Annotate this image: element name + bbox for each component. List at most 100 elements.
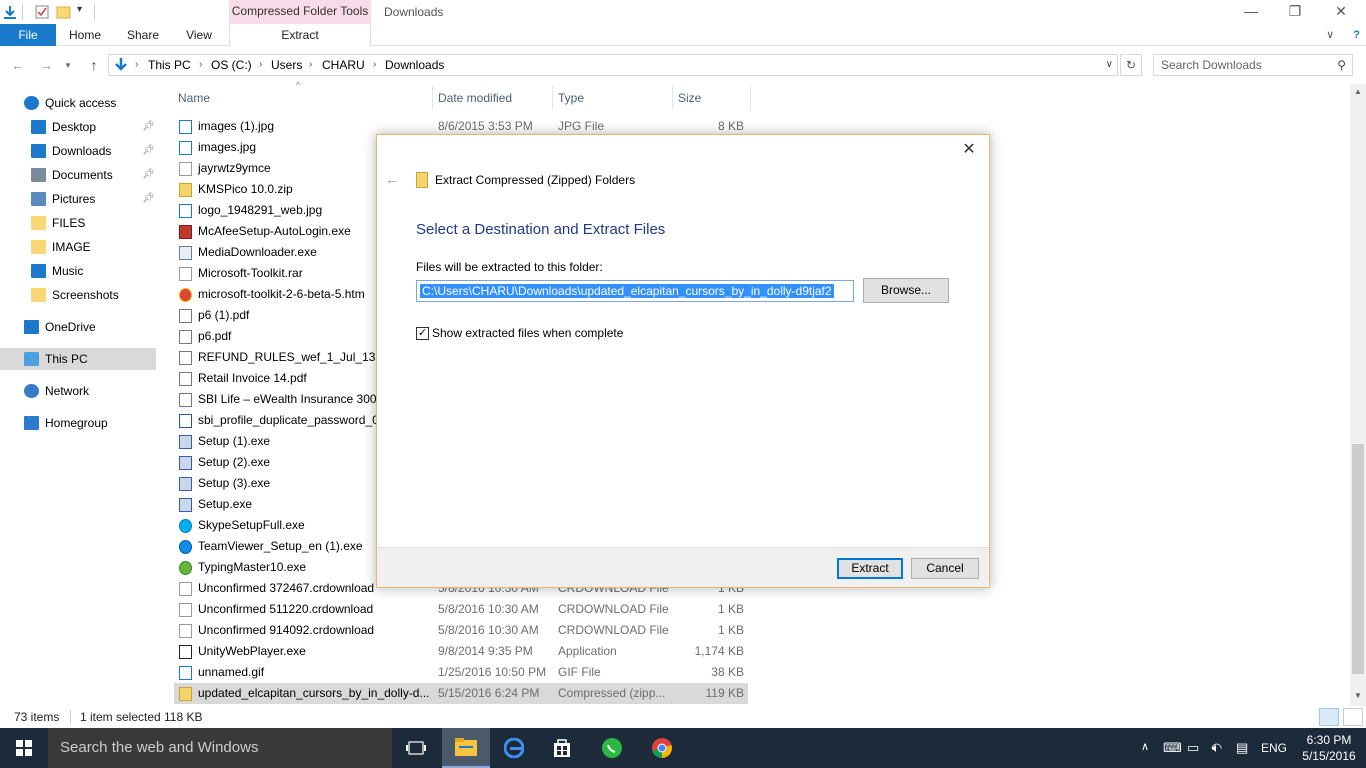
action-center-icon[interactable]: ▤ — [1236, 740, 1248, 756]
nav-item-quick-access[interactable]: Quick access — [0, 92, 156, 114]
search-icon: ⚲ — [1337, 58, 1346, 72]
column-type-header[interactable]: Type — [554, 86, 672, 110]
dialog-back-arrow-icon[interactable]: ← — [385, 171, 399, 187]
folder-icon — [31, 216, 46, 230]
file-row[interactable]: UnityWebPlayer.exe 9/8/2014 9:35 PM Applic… — [174, 641, 748, 662]
onedrive-icon — [24, 320, 39, 334]
download-qat-icon[interactable] — [2, 4, 18, 20]
file-date: 5/15/2016 6:24 PM — [438, 686, 540, 700]
details-view-icon[interactable] — [1319, 708, 1339, 726]
scroll-up-icon[interactable]: ▲ — [1350, 84, 1366, 100]
file-name: Unconfirmed 914092.crdownload — [198, 623, 375, 637]
breadcrumb-os-c[interactable]: OS (C:) — [211, 55, 252, 75]
nav-item-pictures[interactable]: Pictures 📌︎ — [0, 188, 156, 210]
help-icon[interactable]: ? — [1353, 29, 1360, 41]
nav-item-label: Documents — [52, 168, 113, 182]
close-button[interactable]: ✕ — [1318, 0, 1364, 24]
pdf-icon — [179, 309, 192, 323]
column-date-header[interactable]: Date modified — [434, 86, 552, 110]
extract-button[interactable]: Extract — [837, 558, 903, 579]
nav-item-files[interactable]: FILES — [0, 212, 156, 234]
tab-share[interactable]: Share — [118, 24, 168, 46]
nav-item-this-pc[interactable]: This PC — [0, 348, 156, 370]
destination-path-input[interactable]: C:\Users\CHARU\Downloads\updated_elcapit… — [416, 280, 854, 302]
volume-icon[interactable]: 🔈︎ — [1212, 740, 1220, 756]
breadcrumb-charu[interactable]: CHARU — [322, 55, 365, 75]
nav-item-onedrive[interactable]: OneDrive — [0, 316, 156, 338]
qat-dropdown-icon[interactable]: ▾ — [77, 4, 82, 15]
up-arrow-icon[interactable]: ↑ — [84, 54, 104, 76]
documents-icon — [31, 168, 46, 182]
vertical-scrollbar[interactable]: ▲ ▼ — [1350, 84, 1366, 706]
nav-item-downloads[interactable]: Downloads 📌︎ — [0, 140, 156, 162]
nav-item-label: Screenshots — [52, 288, 119, 302]
dialog-close-icon[interactable]: ✕ — [957, 139, 981, 161]
breadcrumb-this-pc[interactable]: This PC — [148, 55, 191, 75]
show-hidden-icons-icon[interactable]: ∧ — [1141, 740, 1149, 753]
nav-item-homegroup[interactable]: Homegroup — [0, 412, 156, 434]
recent-locations-icon[interactable]: ▾ — [58, 54, 78, 76]
show-extracted-checkbox[interactable]: ✓ — [416, 327, 429, 340]
edge-browser-icon[interactable] — [490, 728, 538, 768]
back-arrow-icon[interactable]: ← — [8, 54, 28, 76]
search-input[interactable]: Search Downloads ⚲ — [1153, 54, 1353, 76]
zip-icon — [179, 183, 192, 197]
maximize-button[interactable]: ❐ — [1272, 0, 1318, 24]
refresh-icon[interactable]: ↻ — [1120, 54, 1142, 76]
setup-icon — [179, 435, 192, 449]
chrome-icon[interactable] — [638, 728, 686, 768]
selection-size: 118 KB — [164, 710, 203, 724]
tab-home[interactable]: Home — [60, 24, 110, 46]
taskbar-search-box[interactable]: Search the web and Windows — [48, 728, 392, 768]
file-icon — [179, 267, 192, 281]
file-row[interactable]: unnamed.gif 1/25/2016 10:50 PM GIF File 38 … — [174, 662, 748, 683]
tab-file[interactable]: File — [0, 24, 56, 46]
whatsapp-icon[interactable] — [588, 728, 636, 768]
file-name: KMSPico 10.0.zip — [198, 182, 293, 196]
pdf-icon — [179, 372, 192, 386]
column-name-header[interactable]: Name — [174, 86, 434, 110]
nav-item-music[interactable]: Music — [0, 260, 156, 282]
nav-item-network[interactable]: Network — [0, 380, 156, 402]
file-row[interactable]: Unconfirmed 914092.crdownload 5/8/2016 10… — [174, 620, 748, 641]
setup-icon — [179, 456, 192, 470]
dialog-title: Extract Compressed (Zipped) Folders — [435, 173, 636, 187]
file-row[interactable]: Unconfirmed 511220.crdownload 5/8/2016 10… — [174, 599, 748, 620]
new-folder-qat-icon[interactable] — [56, 4, 72, 20]
taskbar-clock[interactable]: 6:30 PM 5/15/2016 — [1302, 732, 1356, 764]
tab-extract[interactable]: Extract — [229, 24, 371, 46]
address-bar[interactable]: › This PC › OS (C:) › Users › CHARU › Do… — [108, 54, 1118, 76]
star-icon — [24, 96, 39, 110]
keyboard-icon[interactable]: ⌨ — [1163, 740, 1182, 756]
file-row[interactable]: updated_elcapitan_cursors_by_in_dolly-d.… — [174, 683, 748, 704]
cancel-button[interactable]: Cancel — [911, 558, 979, 579]
battery-icon[interactable]: ▭ — [1187, 740, 1199, 756]
nav-item-screenshots[interactable]: Screenshots — [0, 284, 156, 306]
destination-path-value: C:\Users\CHARU\Downloads\updated_elcapit… — [420, 284, 834, 298]
store-icon[interactable] — [538, 728, 586, 768]
nav-item-documents[interactable]: Documents 📌︎ — [0, 164, 156, 186]
scrollbar-thumb[interactable] — [1352, 444, 1364, 674]
minimize-button[interactable]: — — [1228, 0, 1274, 24]
nav-item-desktop[interactable]: Desktop 📌︎ — [0, 116, 156, 138]
start-button[interactable] — [0, 728, 48, 768]
nav-item-image[interactable]: IMAGE — [0, 236, 156, 258]
file-explorer-taskbar-icon[interactable] — [442, 728, 490, 768]
clock-date: 5/15/2016 — [1302, 749, 1356, 763]
breadcrumb-users[interactable]: Users — [271, 55, 302, 75]
nav-item-label: Pictures — [52, 192, 96, 206]
breadcrumb-downloads[interactable]: Downloads — [385, 55, 444, 75]
dialog-heading: Select a Destination and Extract Files — [416, 221, 666, 238]
scroll-down-icon[interactable]: ▼ — [1350, 688, 1366, 704]
browse-button[interactable]: Browse... — [863, 278, 949, 303]
show-extracted-label[interactable]: Show extracted files when complete — [432, 326, 623, 340]
large-icons-view-icon[interactable] — [1343, 708, 1363, 726]
forward-arrow-icon[interactable]: → — [36, 54, 56, 76]
ribbon-collapse-icon[interactable]: ∨ — [1326, 29, 1334, 41]
task-view-icon[interactable] — [392, 728, 440, 768]
address-dropdown-icon[interactable]: ∨ — [1106, 55, 1113, 75]
properties-qat-icon[interactable] — [34, 4, 50, 20]
language-indicator[interactable]: ENG — [1261, 728, 1287, 768]
column-size-header[interactable]: Size — [674, 86, 748, 110]
tab-view[interactable]: View — [176, 24, 222, 46]
